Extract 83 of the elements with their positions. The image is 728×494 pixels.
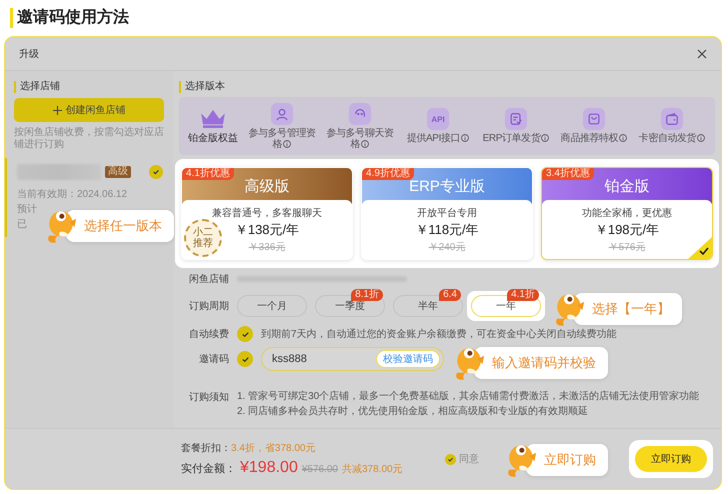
card-icon xyxy=(661,108,683,130)
payment-label: 实付金额： xyxy=(181,462,236,476)
plan-card[interactable]: 3.4折优惠 铂金版 功能全家桶，更优惠 ￥198元/年 ￥576元 xyxy=(541,167,713,260)
guide-tooltip: 立即订购 xyxy=(526,444,608,476)
plan-price: ￥118元/年 xyxy=(415,221,479,239)
store-info-text: 当前有效期：2024.06.12 xyxy=(17,189,128,201)
level-badge: 高级 xyxy=(105,166,131,178)
total-price: ¥198.00 xyxy=(240,459,298,477)
plan-description: 兼容普通号，多客服聊天 xyxy=(212,206,322,220)
original-price: ￥336元 xyxy=(248,241,286,254)
benefit-label: ERP订单发货 xyxy=(482,133,550,144)
info-icon[interactable] xyxy=(283,140,292,148)
guide-tooltip: 选择任一版本 xyxy=(66,210,174,242)
store-info-text: 已 xyxy=(17,219,27,231)
invite-code-field[interactable]: kss888 校验邀请码 xyxy=(261,347,444,371)
plan-description: 开放平台专用 xyxy=(417,206,477,220)
info-icon[interactable] xyxy=(361,140,370,148)
check-icon xyxy=(149,165,163,179)
benefit-label: 卡密自动发货 xyxy=(638,133,706,144)
plus-icon xyxy=(52,106,62,114)
discount-tag: 3.4折优惠 xyxy=(542,168,594,180)
guide-tooltip: 选择【一年】 xyxy=(574,292,682,324)
crown-icon xyxy=(199,108,227,128)
selected-corner-icon xyxy=(688,237,712,259)
field-label: 订购周期 xyxy=(188,300,229,313)
plan-name: ERP专业版 xyxy=(409,178,485,196)
plan-card[interactable]: 4.1折优惠 高级版 兼容普通号，多客服聊天 ￥138元/年 ￥336元 小二推荐 xyxy=(181,167,353,260)
section-title: 选择版本 xyxy=(179,81,225,93)
field-label: 闲鱼店铺 xyxy=(188,272,229,286)
discount-value: 3.4折，省378.00元 xyxy=(231,443,316,454)
close-icon[interactable] xyxy=(697,48,707,58)
checkbox[interactable] xyxy=(237,351,253,367)
plan-price: ￥198元/年 xyxy=(594,221,660,239)
benefits-title: 铂金版权益 xyxy=(188,132,238,144)
plan-name: 铂金版 xyxy=(604,176,650,196)
original-price: ¥576.00 xyxy=(302,464,338,475)
dialog-title: 升级 xyxy=(19,48,39,60)
field-label: 订购须知 xyxy=(188,391,229,404)
checkbox[interactable] xyxy=(445,454,456,464)
agree-text: 同意 xyxy=(459,452,479,466)
section-title: 选择店铺 xyxy=(14,81,60,93)
page-heading: 邀请码使用方法 xyxy=(10,8,129,28)
auto-renew-text: 到期前7天内，自动通过您的资金账户余额缴费，可在资金中心关闭自动续费功能 xyxy=(261,328,617,340)
create-store-button[interactable]: 创建闲鱼店铺 xyxy=(14,98,164,122)
discount-tag: 4.1折优惠 xyxy=(182,168,234,180)
benefit-label: 提供API接口 xyxy=(406,133,470,144)
order-button[interactable]: 立即订购 xyxy=(635,446,707,472)
guide-tooltip: 输入邀请码并校验 xyxy=(474,346,608,378)
discount-tag: 4.1折 xyxy=(507,289,539,301)
discount-tag: 6.4 xyxy=(439,289,461,301)
discount-tag: 4.9折优惠 xyxy=(362,168,414,180)
plan-card[interactable]: 4.9折优惠 ERP专业版 开放平台专用 ￥118元/年 ￥240元 xyxy=(361,167,533,260)
original-price: ￥240元 xyxy=(428,241,466,254)
check-icon xyxy=(447,456,454,462)
plan-description: 功能全家桶，更优惠 xyxy=(582,206,672,220)
person-icon xyxy=(271,102,293,124)
benefit-label: 商品推荐特权 xyxy=(560,133,628,144)
discount-label: 套餐折扣： xyxy=(181,443,231,454)
notice-text: 1. 管家号可绑定30个店铺，最多一个免费基础版，其余店铺需付费激活，未激活的店铺无法使用管家功能 xyxy=(237,390,700,403)
check-icon xyxy=(240,330,250,338)
discount-tag: 8.1折 xyxy=(351,289,383,301)
field-label: 自动续费 xyxy=(188,328,229,341)
chat-icon xyxy=(349,102,371,124)
saving-text: 共减378.00元 xyxy=(342,462,403,476)
original-price: ￥576元 xyxy=(608,241,646,254)
bag-icon xyxy=(583,108,605,130)
info-icon[interactable] xyxy=(619,134,628,142)
checkbox[interactable] xyxy=(237,326,253,342)
period-option[interactable]: 一个月 xyxy=(237,295,307,317)
benefit-label: 参与多号管理资格 xyxy=(247,128,317,150)
benefit-label: 参与多号聊天资格 xyxy=(325,128,395,150)
field-label: 邀请码 xyxy=(198,352,229,366)
api-icon: API xyxy=(427,108,449,130)
info-icon[interactable] xyxy=(697,134,706,142)
info-icon[interactable] xyxy=(541,134,550,142)
plan-price: ￥138元/年 xyxy=(234,221,300,239)
order-icon xyxy=(505,108,527,130)
notice-text: 2. 同店铺多种会员共存时，优先使用铂金版，相应高级版和专业版的有效期顺延 xyxy=(237,405,590,418)
info-icon[interactable] xyxy=(461,134,470,142)
store-info-text: 预计 xyxy=(17,204,37,216)
hint-text: 按闲鱼店铺收费，按需勾选对应店铺进行订购 xyxy=(14,127,164,151)
plan-name: 高级版 xyxy=(244,176,290,196)
check-icon xyxy=(240,354,250,364)
